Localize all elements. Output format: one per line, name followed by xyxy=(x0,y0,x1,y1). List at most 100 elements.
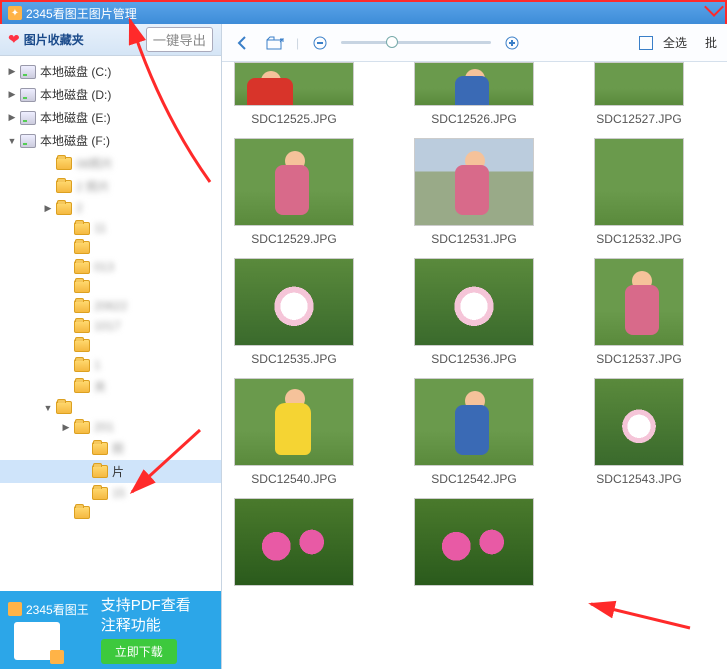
expander-icon[interactable] xyxy=(78,443,90,455)
expander-icon[interactable] xyxy=(60,359,72,371)
zoom-in-button[interactable] xyxy=(501,32,523,54)
thumbnail-image[interactable] xyxy=(414,62,534,106)
thumbnail-item[interactable]: SDC12532.JPG xyxy=(594,138,684,246)
ad-download-button[interactable]: 立即下载 xyxy=(101,639,177,664)
expander-icon[interactable] xyxy=(60,222,72,234)
tree-folder[interactable] xyxy=(0,503,221,522)
folder-icon xyxy=(74,380,90,393)
tree-folder[interactable]: 11 xyxy=(0,218,221,238)
tree-folder[interactable]: 013 xyxy=(0,257,221,277)
thumbnail-item[interactable]: SDC12531.JPG xyxy=(414,138,534,246)
tree-folder[interactable] xyxy=(0,336,221,355)
expander-icon[interactable] xyxy=(60,281,72,293)
expander-icon[interactable] xyxy=(42,181,54,193)
back-button[interactable] xyxy=(232,32,254,54)
thumbnail-item[interactable]: SDC12525.JPG xyxy=(234,62,354,126)
tree-folder[interactable]: 15 xyxy=(0,483,221,503)
annotation-marker xyxy=(704,0,724,17)
thumbnail-image[interactable] xyxy=(414,498,534,586)
drive-icon xyxy=(20,65,36,79)
expander-icon[interactable] xyxy=(60,381,72,393)
tree-folder[interactable]: ▼ xyxy=(0,398,221,417)
tree-drive[interactable]: ▶本地磁盘 (E:) xyxy=(0,106,221,129)
folder-icon xyxy=(92,487,108,500)
thumbnail-item[interactable]: SDC12540.JPG xyxy=(234,378,354,486)
thumbnail-image[interactable] xyxy=(234,258,354,346)
tree-folder[interactable]: 夹 xyxy=(0,375,221,398)
thumbnail-image[interactable] xyxy=(414,138,534,226)
thumbnail-image[interactable] xyxy=(234,498,354,586)
expander-icon[interactable] xyxy=(60,300,72,312)
zoom-handle[interactable] xyxy=(386,36,398,48)
expander-icon[interactable] xyxy=(42,158,54,170)
thumbnail-caption: SDC12536.JPG xyxy=(414,352,534,366)
thumbnail-item[interactable]: SDC12536.JPG xyxy=(414,258,534,366)
expander-icon[interactable]: ▼ xyxy=(6,135,18,147)
tree-folder[interactable]: 2 照片 xyxy=(0,175,221,198)
sidebar: ❤ 图片收藏夹 一键导出 ▶本地磁盘 (C:) ▶本地磁盘 (D:) ▶本地磁盘… xyxy=(0,24,222,669)
expander-icon[interactable]: ▶ xyxy=(6,89,18,101)
expander-icon[interactable]: ▶ xyxy=(6,112,18,124)
thumbnail-image[interactable] xyxy=(414,378,534,466)
tree-folder[interactable]: 照 xyxy=(0,437,221,460)
thumbnail-item[interactable]: SDC12535.JPG xyxy=(234,258,354,366)
expander-icon[interactable]: ▶ xyxy=(60,421,72,433)
folder-tree[interactable]: ▶本地磁盘 (C:) ▶ 本地磁盘 (D:) ▶本地磁盘 (E:) ▼ 本地磁盘 (… xyxy=(0,56,221,591)
tree-folder[interactable]: ▶2 xyxy=(0,198,221,218)
expander-icon[interactable] xyxy=(60,320,72,332)
expander-icon[interactable] xyxy=(78,466,90,478)
expander-icon[interactable] xyxy=(78,487,90,499)
thumbnail-image[interactable] xyxy=(594,378,684,466)
tree-folder[interactable]: 1 xyxy=(0,355,221,375)
expander-icon[interactable]: ▶ xyxy=(42,202,54,214)
main-panel: | 全选 批 SDC12525.JPGSDC12526.JPGSDC12527.… xyxy=(222,24,727,669)
thumbnail-grid[interactable]: SDC12525.JPG SDC12526.JPG SDC12527.JPG SDC1… xyxy=(222,62,727,669)
folder-icon xyxy=(74,222,90,235)
zoom-slider[interactable] xyxy=(341,41,491,44)
thumbnail-caption: SDC12531.JPG xyxy=(414,232,534,246)
thumbnail-image[interactable] xyxy=(234,378,354,466)
tree-label: 本地磁盘 (D:) xyxy=(40,86,111,103)
tree-folder[interactable] xyxy=(0,238,221,257)
tree-drive[interactable]: ▶本地磁盘 (C:) xyxy=(0,60,221,83)
zoom-out-button[interactable] xyxy=(309,32,331,54)
thumbnail-item[interactable]: SDC12542.JPG xyxy=(414,378,534,486)
thumbnail-image[interactable] xyxy=(234,138,354,226)
drive-icon xyxy=(20,111,36,125)
tree-folder[interactable]: 20622 xyxy=(0,296,221,316)
thumbnail-image[interactable] xyxy=(594,138,684,226)
thumbnail-image[interactable] xyxy=(594,62,684,106)
select-all-checkbox[interactable] xyxy=(639,36,653,50)
expander-icon[interactable] xyxy=(60,261,72,273)
expander-icon[interactable] xyxy=(60,242,72,254)
tree-folder[interactable]: 1017 xyxy=(0,316,221,336)
tree-folder[interactable] xyxy=(0,277,221,296)
tree-drive[interactable]: ▶ 本地磁盘 (D:) xyxy=(0,83,221,106)
thumbnail-image[interactable] xyxy=(234,62,354,106)
window-title: 2345看图王图片管理 xyxy=(26,5,137,22)
thumbnail-item[interactable] xyxy=(234,498,354,592)
export-button[interactable]: 一键导出 xyxy=(146,27,213,52)
expander-icon[interactable]: ▶ xyxy=(6,66,18,78)
expander-icon[interactable]: ▼ xyxy=(42,402,54,414)
thumbnail-image[interactable] xyxy=(414,258,534,346)
tree-folder[interactable]: ▶201 xyxy=(0,417,221,437)
up-folder-button[interactable] xyxy=(264,32,286,54)
thumbnail-item[interactable]: SDC12526.JPG xyxy=(414,62,534,126)
thumbnail-item[interactable]: SDC12543.JPG xyxy=(594,378,684,486)
tree-label: 本地磁盘 (F:) xyxy=(40,132,110,149)
folder-icon xyxy=(74,241,90,254)
tree-folder[interactable]: 08照片 xyxy=(0,152,221,175)
thumbnail-item[interactable] xyxy=(414,498,534,592)
thumbnail-image[interactable] xyxy=(594,258,684,346)
tree-drive[interactable]: ▼ 本地磁盘 (F:) xyxy=(0,129,221,152)
tree-label: 1 xyxy=(94,358,101,372)
thumbnail-item[interactable]: SDC12537.JPG xyxy=(594,258,684,366)
tree-label: 013 xyxy=(94,260,114,274)
expander-icon[interactable] xyxy=(60,340,72,352)
thumbnail-item[interactable]: SDC12527.JPG xyxy=(594,62,684,126)
tree-folder[interactable]: 片 xyxy=(0,460,221,483)
thumbnail-item[interactable]: SDC12529.JPG xyxy=(234,138,354,246)
expander-icon[interactable] xyxy=(60,507,72,519)
ad-text-1: 支持PDF查看 xyxy=(101,596,191,616)
